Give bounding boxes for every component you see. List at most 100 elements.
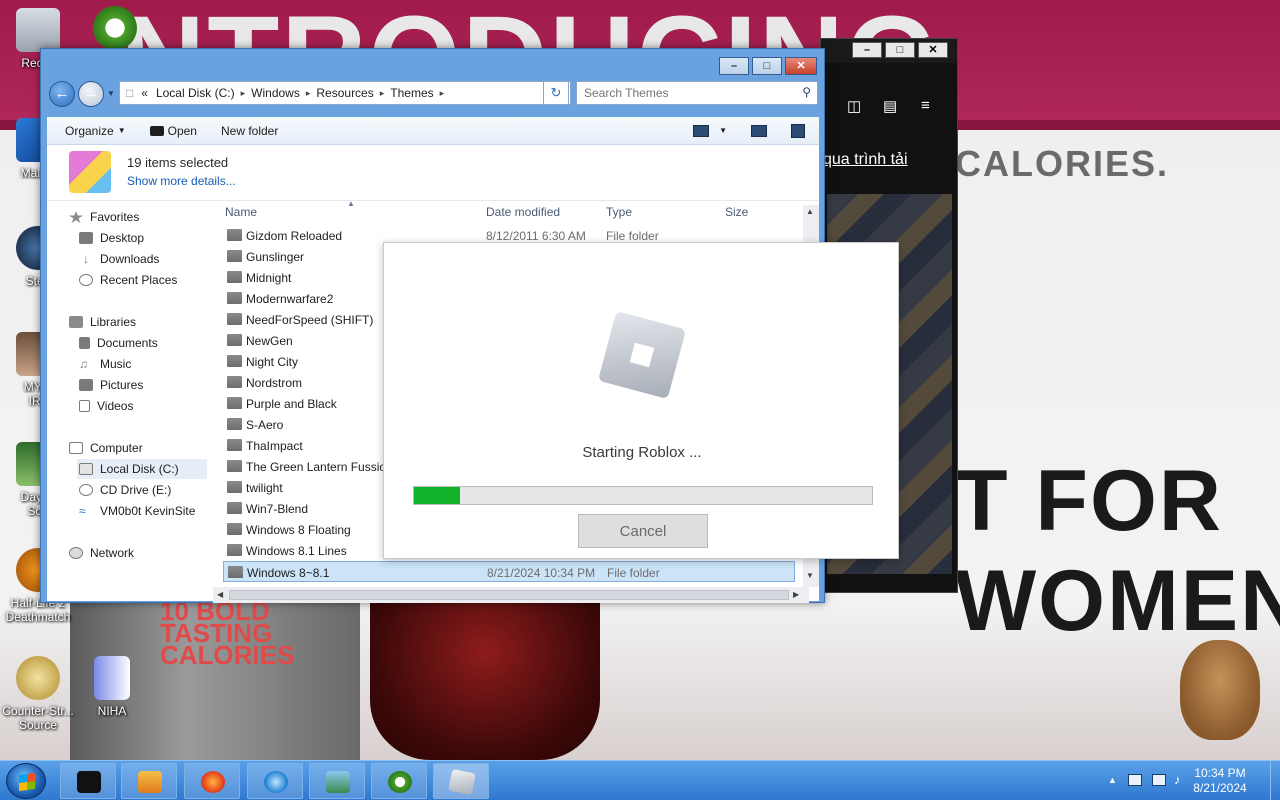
file-row[interactable]: Windows 8~8.1 8/21/2024 10:34 PM File fold…: [223, 561, 795, 582]
system-tray: ▲ ♪ 10:34 PM 8/21/2024: [1080, 761, 1280, 800]
scroll-left-icon[interactable]: ◀: [217, 590, 223, 599]
clock[interactable]: 10:34 PM 8/21/2024: [1180, 766, 1260, 796]
taskbar-app-pinned[interactable]: [247, 763, 303, 799]
show-desktop-button[interactable]: [1270, 761, 1280, 800]
taskbar-app-firefox[interactable]: [184, 763, 240, 799]
desktop-icon-counter-strike[interactable]: Counter-Str... Source: [0, 656, 76, 732]
browser-page-link[interactable]: qua trình tải: [823, 151, 908, 169]
file-date-modified: 8/21/2024 10:34 PM: [487, 566, 596, 580]
taskbar-app-terminal[interactable]: [60, 763, 116, 799]
menu-icon[interactable]: ≡: [921, 97, 930, 114]
scroll-up-icon[interactable]: ▲: [806, 207, 814, 216]
organize-button[interactable]: Organize ▼: [47, 124, 138, 138]
back-button[interactable]: ←: [49, 81, 75, 107]
view-dropdown-icon[interactable]: ▼: [719, 126, 727, 135]
explorer-address-row: ← → ▼ □ « Local Disk (C:) ▸ Windows ▸ Re…: [47, 79, 818, 109]
nav-videos[interactable]: Videos: [79, 396, 239, 416]
column-size[interactable]: Size: [725, 205, 748, 227]
column-type[interactable]: Type: [606, 205, 632, 227]
tray-app-icon[interactable]: [1128, 774, 1142, 786]
chevron-down-icon: ▼: [117, 126, 126, 135]
selection-count: 19 items selected: [127, 155, 229, 170]
file-name: Windows 8 Floating: [246, 523, 351, 537]
nav-cd-drive[interactable]: CD Drive (E:): [79, 480, 239, 500]
nav-favorites[interactable]: Favorites: [69, 207, 229, 227]
scroll-right-icon[interactable]: ▶: [793, 590, 799, 599]
nav-downloads[interactable]: ↓ Downloads: [79, 249, 239, 269]
extensions-icon[interactable]: ◫: [847, 97, 861, 115]
roblox-launcher-dialog[interactable]: Starting Roblox ... Cancel: [383, 242, 899, 559]
cancel-button[interactable]: Cancel: [578, 514, 708, 548]
browser-close-button[interactable]: ✕: [918, 42, 948, 58]
file-icon: [94, 656, 130, 700]
nav-documents-label: Documents: [97, 336, 158, 350]
folder-icon: [227, 250, 242, 262]
search-box[interactable]: ⚲: [576, 81, 818, 105]
navigation-pane: Favorites Desktop ↓ Downloads Recent Pla…: [47, 205, 219, 601]
folder-icon: [227, 355, 242, 367]
folder-icon: [227, 397, 242, 409]
show-hidden-icons-icon[interactable]: ▲: [1108, 775, 1117, 785]
forward-button[interactable]: →: [78, 81, 104, 107]
new-folder-button[interactable]: New folder: [209, 124, 290, 138]
reader-mode-icon[interactable]: ▤: [883, 97, 897, 115]
wifi-icon: ≈: [79, 504, 86, 518]
column-date-modified[interactable]: Date modified: [486, 205, 560, 227]
scroll-down-icon[interactable]: ▼: [806, 571, 814, 580]
horizontal-scrollbar[interactable]: ◀ ▶: [213, 587, 809, 603]
breadcrumb-themes[interactable]: Themes: [384, 86, 439, 100]
search-icon[interactable]: ⚲: [802, 85, 811, 99]
taskbar-app-cc-cleaner[interactable]: [371, 763, 427, 799]
browser-minimize-button[interactable]: –: [852, 42, 882, 58]
taskbar-app-media-player[interactable]: [121, 763, 177, 799]
change-view-icon[interactable]: [693, 124, 710, 137]
search-input[interactable]: [577, 82, 787, 104]
help-icon[interactable]: [791, 123, 805, 138]
folder-icon: [227, 271, 242, 283]
desktop-icon-cc-cleaner[interactable]: [90, 6, 140, 54]
nav-network[interactable]: Network: [69, 543, 229, 563]
refresh-button[interactable]: ↻: [543, 81, 569, 105]
file-name: ThaImpact: [246, 439, 303, 453]
breadcrumb-resources[interactable]: Resources: [310, 86, 379, 100]
explorer-close-button[interactable]: ✕: [785, 57, 817, 75]
nav-pictures[interactable]: Pictures: [79, 375, 239, 395]
start-button[interactable]: [6, 763, 46, 799]
nav-desktop[interactable]: Desktop: [79, 228, 239, 248]
browser-maximize-button[interactable]: □: [885, 42, 915, 58]
breadcrumb-local-disk[interactable]: Local Disk (C:): [150, 86, 241, 100]
nav-documents[interactable]: Documents: [79, 333, 239, 353]
network-tray-icon[interactable]: [1152, 774, 1166, 786]
address-overflow[interactable]: «: [139, 86, 150, 100]
nav-videos-label: Videos: [97, 399, 134, 413]
browser-caption: – □ ✕: [821, 39, 957, 63]
nav-libraries[interactable]: Libraries: [69, 312, 229, 332]
nav-recent-places[interactable]: Recent Places: [79, 270, 239, 290]
horizontal-scroll-thumb[interactable]: [229, 590, 789, 600]
nav-local-disk[interactable]: Local Disk (C:): [77, 459, 207, 479]
address-bar[interactable]: □ « Local Disk (C:) ▸ Windows ▸ Resource…: [119, 81, 571, 105]
pinned-app-icon: [264, 771, 288, 793]
pictures-icon: [79, 379, 93, 391]
roblox-icon: [447, 768, 477, 796]
open-button[interactable]: Open: [138, 124, 209, 138]
breadcrumb-chevron-icon[interactable]: ▸: [440, 88, 445, 99]
column-name[interactable]: Name: [225, 205, 257, 227]
folder-icon: [227, 460, 242, 472]
explorer-minimize-button[interactable]: –: [719, 57, 749, 75]
explorer-maximize-button[interactable]: □: [752, 57, 782, 75]
history-dropdown-icon[interactable]: ▼: [107, 89, 115, 98]
breadcrumb-windows[interactable]: Windows: [245, 86, 306, 100]
show-more-details-link[interactable]: Show more details...: [127, 174, 236, 188]
folder-icon: [227, 481, 242, 493]
taskbar-app-photo-viewer[interactable]: [309, 763, 365, 799]
desktop-icon-niha[interactable]: NIHA: [74, 656, 150, 718]
nav-downloads-label: Downloads: [100, 252, 160, 266]
taskbar-app-roblox[interactable]: [433, 763, 489, 799]
nav-network-share[interactable]: ≈ VM0b0t KevinSite: [79, 501, 239, 521]
network-icon: [69, 547, 83, 559]
preview-pane-icon[interactable]: [751, 124, 767, 137]
nav-computer[interactable]: Computer: [69, 438, 229, 458]
nav-music[interactable]: ♫ Music: [79, 354, 239, 374]
file-name: Modernwarfare2: [246, 292, 334, 306]
